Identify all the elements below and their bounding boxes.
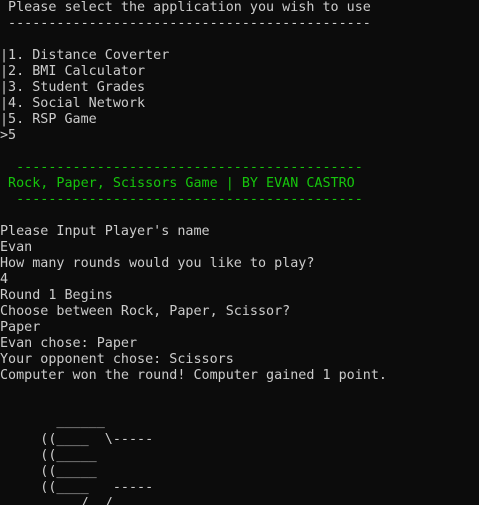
- ascii-art-line: ((_____: [0, 448, 97, 463]
- choice-prompt: Choose between Rock, Paper, Scissor?: [0, 304, 291, 319]
- opponent-choice: Your opponent chose: Scissors: [0, 352, 234, 367]
- name-prompt: Please Input Player's name: [0, 224, 210, 239]
- menu-option-4: |4. Social Network: [0, 96, 146, 111]
- ascii-art-line: ______: [0, 414, 105, 429]
- menu-option-5: |5. RSP Game: [0, 112, 97, 127]
- round-result: Computer won the round! Computer gained …: [0, 368, 387, 383]
- player-choice: Evan chose: Paper: [0, 336, 138, 351]
- menu-prompt: Please select the application you wish t…: [0, 0, 371, 15]
- ascii-art-line: ((_____: [0, 464, 97, 479]
- ascii-art-line: ((____ -----: [0, 480, 154, 495]
- choice-input: Paper: [0, 320, 41, 335]
- menu-input: >5: [0, 128, 17, 143]
- menu-divider: ----------------------------------------…: [0, 16, 371, 31]
- menu-option-3: |3. Student Grades: [0, 80, 146, 95]
- game-divider-bottom: ----------------------------------------…: [0, 192, 363, 207]
- menu-option-1: |1. Distance Coverter: [0, 48, 170, 63]
- ascii-art-line: / /: [0, 496, 113, 505]
- game-title: Rock, Paper, Scissors Game | BY EVAN CAS…: [0, 176, 355, 191]
- round-status: Round 1 Begins: [0, 288, 113, 303]
- game-divider-top: ----------------------------------------…: [0, 160, 363, 175]
- console-window[interactable]: Please select the application you wish t…: [0, 0, 479, 505]
- rounds-prompt: How many rounds would you like to play?: [0, 256, 315, 271]
- ascii-art-line: ((____ \-----: [0, 432, 154, 447]
- rounds-input: 4: [0, 272, 9, 287]
- menu-option-2: |2. BMI Calculator: [0, 64, 146, 79]
- name-input: Evan: [0, 240, 33, 255]
